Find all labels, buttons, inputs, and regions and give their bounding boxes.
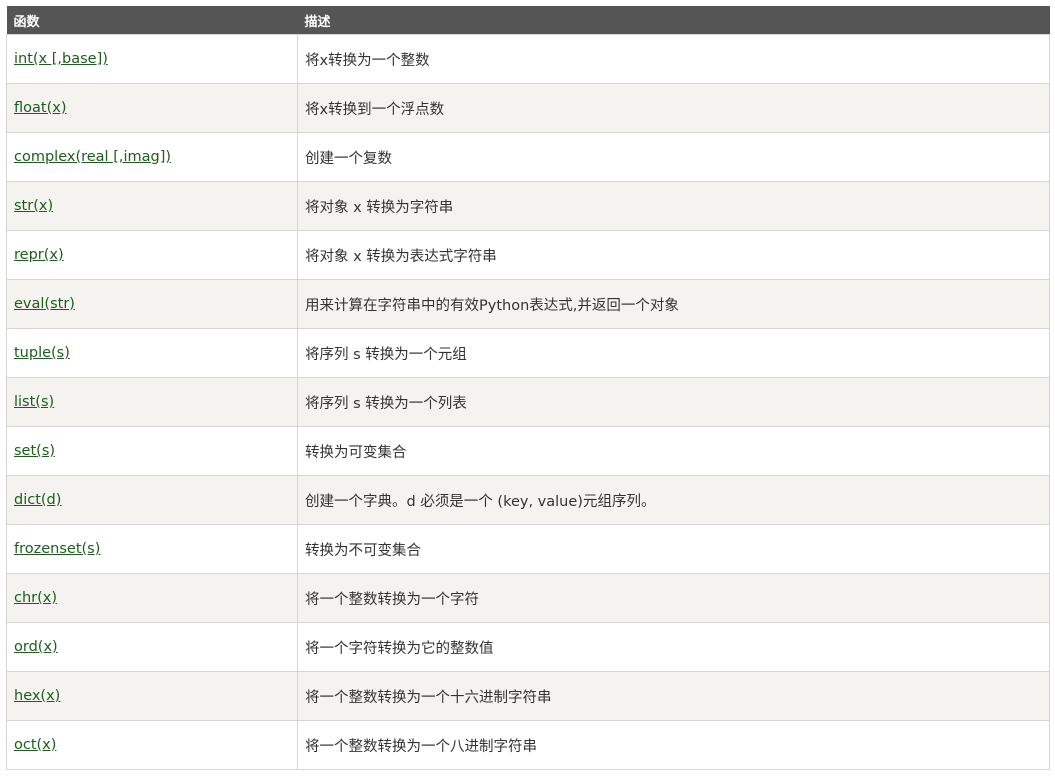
table-row: str(x) 将对象 x 转换为字符串 [6,181,1050,231]
description-cell: 转换为不可变集合 [297,524,1050,574]
description-cell: 将x转换到一个浮点数 [297,83,1050,133]
table-row: frozenset(s) 转换为不可变集合 [6,524,1050,574]
description-cell: 将一个整数转换为一个十六进制字符串 [297,671,1050,721]
function-link[interactable]: complex(real [,imag]) [14,149,171,165]
function-cell: chr(x) [6,573,298,623]
table-header: 函数 描述 [6,6,1050,35]
table-body: int(x [,base]) 将x转换为一个整数 float(x) 将x转换到一… [6,34,1050,770]
description-cell: 将一个字符转换为它的整数值 [297,622,1050,672]
table-row: dict(d) 创建一个字典。d 必须是一个 (key, value)元组序列。 [6,475,1050,525]
function-cell: eval(str) [6,279,298,329]
function-cell: frozenset(s) [6,524,298,574]
table-row: ord(x) 将一个字符转换为它的整数值 [6,622,1050,672]
table-row: chr(x) 将一个整数转换为一个字符 [6,573,1050,623]
description-cell: 将序列 s 转换为一个元组 [297,328,1050,378]
function-link[interactable]: hex(x) [14,688,60,704]
table-row: set(s) 转换为可变集合 [6,426,1050,476]
function-cell: str(x) [6,181,298,231]
function-reference-table: 函数 描述 int(x [,base]) 将x转换为一个整数 float(x) … [6,6,1050,770]
function-link[interactable]: float(x) [14,100,66,116]
function-link[interactable]: list(s) [14,394,54,410]
description-cell: 转换为可变集合 [297,426,1050,476]
table-row: complex(real [,imag]) 创建一个复数 [6,132,1050,182]
table-row: tuple(s) 将序列 s 转换为一个元组 [6,328,1050,378]
description-cell: 创建一个字典。d 必须是一个 (key, value)元组序列。 [297,475,1050,525]
description-cell: 将序列 s 转换为一个列表 [297,377,1050,427]
function-link[interactable]: oct(x) [14,737,56,753]
function-link[interactable]: set(s) [14,443,55,459]
reference-table-container: 函数 描述 int(x [,base]) 将x转换为一个整数 float(x) … [6,6,1050,770]
table-row: list(s) 将序列 s 转换为一个列表 [6,377,1050,427]
table-row: float(x) 将x转换到一个浮点数 [6,83,1050,133]
function-cell: complex(real [,imag]) [6,132,298,182]
function-link[interactable]: ord(x) [14,639,58,655]
table-row: eval(str) 用来计算在字符串中的有效Python表达式,并返回一个对象 [6,279,1050,329]
header-description: 描述 [297,6,1050,35]
function-cell: oct(x) [6,720,298,770]
function-link[interactable]: eval(str) [14,296,75,312]
table-row: int(x [,base]) 将x转换为一个整数 [6,34,1050,84]
function-cell: float(x) [6,83,298,133]
function-cell: dict(d) [6,475,298,525]
description-cell: 将对象 x 转换为字符串 [297,181,1050,231]
description-cell: 将一个整数转换为一个八进制字符串 [297,720,1050,770]
function-cell: tuple(s) [6,328,298,378]
function-link[interactable]: chr(x) [14,590,57,606]
function-cell: set(s) [6,426,298,476]
description-cell: 用来计算在字符串中的有效Python表达式,并返回一个对象 [297,279,1050,329]
function-cell: ord(x) [6,622,298,672]
description-cell: 将一个整数转换为一个字符 [297,573,1050,623]
function-link[interactable]: str(x) [14,198,53,214]
function-link[interactable]: repr(x) [14,247,64,263]
function-cell: int(x [,base]) [6,34,298,84]
description-cell: 创建一个复数 [297,132,1050,182]
header-row: 函数 描述 [6,6,1050,35]
description-cell: 将对象 x 转换为表达式字符串 [297,230,1050,280]
function-link[interactable]: dict(d) [14,492,61,508]
function-cell: hex(x) [6,671,298,721]
function-cell: repr(x) [6,230,298,280]
table-row: hex(x) 将一个整数转换为一个十六进制字符串 [6,671,1050,721]
function-link[interactable]: tuple(s) [14,345,70,361]
table-row: oct(x) 将一个整数转换为一个八进制字符串 [6,720,1050,770]
function-link[interactable]: frozenset(s) [14,541,100,557]
function-link[interactable]: int(x [,base]) [14,51,108,67]
description-cell: 将x转换为一个整数 [297,34,1050,84]
function-cell: list(s) [6,377,298,427]
table-row: repr(x) 将对象 x 转换为表达式字符串 [6,230,1050,280]
header-function: 函数 [6,6,298,35]
